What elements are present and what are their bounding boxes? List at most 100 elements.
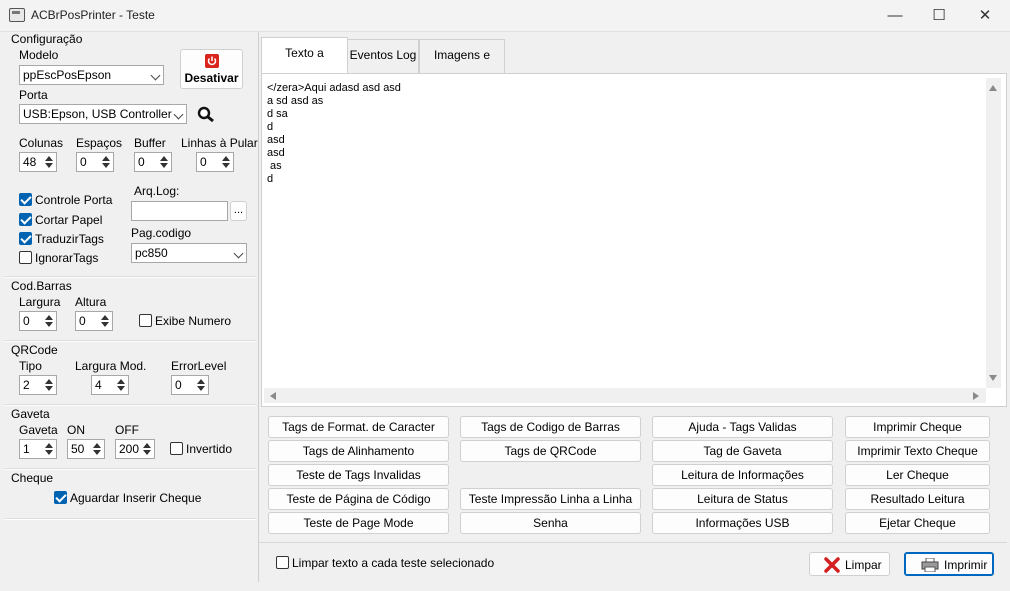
spin-up-icon[interactable] — [93, 443, 101, 448]
minimize-button[interactable]: — — [872, 0, 918, 31]
largura-spin[interactable]: 0 — [19, 311, 57, 331]
spin-up-icon[interactable] — [45, 156, 53, 161]
spin-up-icon[interactable] — [102, 156, 110, 161]
pagcodigo-select[interactable]: pc850 — [131, 243, 247, 263]
altura-spin[interactable]: 0 — [75, 311, 113, 331]
resultado-leitura-button[interactable]: Resultado Leitura — [845, 488, 990, 510]
off-spin[interactable]: 200 — [115, 439, 155, 459]
spin-up-icon[interactable] — [160, 156, 168, 161]
tipo-spin[interactable]: 2 — [19, 375, 57, 395]
tag-gaveta-button[interactable]: Tag de Gaveta — [652, 440, 833, 462]
spin-down-icon[interactable] — [45, 322, 53, 327]
cortar-papel-checkbox[interactable] — [19, 213, 32, 226]
arqlog-input[interactable] — [131, 201, 228, 221]
leitura-status-button[interactable]: Leitura de Status — [652, 488, 833, 510]
error-level-spin[interactable]: 0 — [171, 375, 209, 395]
teste-tags-invalidas-button[interactable]: Teste de Tags Invalidas — [268, 464, 449, 486]
gaveta-spin[interactable]: 1 — [19, 439, 57, 459]
spin-down-icon[interactable] — [101, 322, 109, 327]
teste-pagina-codigo-button[interactable]: Teste de Página de Código — [268, 488, 449, 510]
spin-up-icon[interactable] — [45, 379, 53, 384]
limpar-texto-checkbox[interactable] — [276, 556, 289, 569]
spin-down-icon[interactable] — [117, 386, 125, 391]
imprimir-texto-cheque-button[interactable]: Imprimir Texto Cheque — [845, 440, 990, 462]
spin-down-icon[interactable] — [160, 163, 168, 168]
error-level-value: 0 — [175, 378, 182, 392]
desativar-button[interactable]: Desativar — [180, 49, 243, 89]
vertical-scrollbar[interactable] — [986, 78, 1001, 388]
spin-up-icon[interactable] — [101, 315, 109, 320]
on-spin[interactable]: 50 — [67, 439, 105, 459]
altura-label: Altura — [75, 295, 107, 309]
pagcodigo-label: Pag.codigo — [131, 226, 192, 240]
spin-down-icon[interactable] — [102, 163, 110, 168]
teste-page-mode-button[interactable]: Teste de Page Mode — [268, 512, 449, 534]
spin-up-icon[interactable] — [45, 443, 53, 448]
scroll-up-icon[interactable] — [989, 85, 997, 91]
exibe-numero-checkbox[interactable] — [139, 314, 152, 327]
tab-imagens-logo[interactable]: Imagens e Logo — [419, 39, 505, 92]
spin-down-icon[interactable] — [45, 386, 53, 391]
largura-mod-spin[interactable]: 4 — [91, 375, 129, 395]
buffer-label: Buffer — [134, 136, 166, 150]
linhas-spin[interactable]: 0 — [196, 152, 234, 172]
teste-impressao-linha-button[interactable]: Teste Impressão Linha a Linha — [460, 488, 641, 510]
ejetar-cheque-button[interactable]: Ejetar Cheque — [845, 512, 990, 534]
chevron-down-icon — [233, 248, 244, 259]
tags-format-caracter-button[interactable]: Tags de Format. de Caracter — [268, 416, 449, 438]
spin-up-icon[interactable] — [222, 156, 230, 161]
spin-up-icon[interactable] — [117, 379, 125, 384]
modelo-select[interactable]: ppEscPosEpson — [19, 65, 164, 85]
arqlog-browse-button[interactable]: ... — [230, 201, 247, 221]
off-label: OFF — [115, 423, 139, 437]
linhas-value: 0 — [200, 155, 207, 169]
ignorar-tags-checkbox[interactable] — [19, 251, 32, 264]
senha-button[interactable]: Senha — [460, 512, 641, 534]
tab-texto-imprimir[interactable]: Texto a Imprimir — [261, 37, 348, 90]
spin-up-icon[interactable] — [143, 443, 151, 448]
scroll-down-icon[interactable] — [989, 375, 997, 381]
close-button[interactable]: ✕ — [962, 0, 1008, 31]
spin-up-icon[interactable] — [45, 315, 53, 320]
invertido-checkbox[interactable] — [170, 442, 183, 455]
tags-codigo-barras-button[interactable]: Tags de Codigo de Barras — [460, 416, 641, 438]
leitura-informacoes-button[interactable]: Leitura de Informações — [652, 464, 833, 486]
aguardar-cheque-checkbox[interactable] — [54, 491, 67, 504]
porta-value: USB:Epson, USB Controller — [23, 107, 172, 121]
search-port-icon[interactable] — [197, 106, 216, 123]
red-x-icon — [824, 557, 840, 573]
scroll-right-icon[interactable] — [973, 392, 979, 400]
tags-qrcode-button[interactable]: Tags de QRCode — [460, 440, 641, 462]
ler-cheque-button[interactable]: Ler Cheque — [845, 464, 990, 486]
porta-select[interactable]: USB:Epson, USB Controller — [19, 104, 187, 124]
divider — [5, 340, 256, 342]
colunas-spin[interactable]: 48 — [19, 152, 57, 172]
divider — [5, 276, 256, 278]
informacoes-usb-button[interactable]: Informações USB — [652, 512, 833, 534]
spin-down-icon[interactable] — [143, 450, 151, 455]
ajuda-tags-validas-button[interactable]: Ajuda - Tags Validas — [652, 416, 833, 438]
spin-down-icon[interactable] — [197, 386, 205, 391]
imprimir-button[interactable]: Imprimir — [904, 552, 994, 576]
horizontal-scrollbar[interactable] — [264, 388, 986, 403]
editor-line: d — [267, 121, 274, 133]
chevron-down-icon — [150, 70, 161, 81]
tags-alinhamento-button[interactable]: Tags de Alinhamento — [268, 440, 449, 462]
spin-down-icon[interactable] — [45, 163, 53, 168]
buffer-spin[interactable]: 0 — [134, 152, 172, 172]
modelo-value: ppEscPosEpson — [23, 68, 112, 82]
controle-porta-checkbox[interactable] — [19, 193, 32, 206]
spin-up-icon[interactable] — [197, 379, 205, 384]
limpar-button[interactable]: Limpar — [809, 552, 890, 576]
spin-down-icon[interactable] — [45, 450, 53, 455]
maximize-button[interactable]: ☐ — [916, 0, 962, 31]
text-editor[interactable]: </zera>Aqui adasd asd asd a sd asd as d … — [264, 78, 986, 388]
spin-down-icon[interactable] — [222, 163, 230, 168]
spin-down-icon[interactable] — [93, 450, 101, 455]
tipo-value: 2 — [23, 378, 30, 392]
traduzir-tags-checkbox[interactable] — [19, 232, 32, 245]
imprimir-cheque-button[interactable]: Imprimir Cheque — [845, 416, 990, 438]
tab-eventos-log[interactable]: Eventos Log — [347, 39, 419, 73]
scroll-left-icon[interactable] — [270, 392, 276, 400]
espacos-spin[interactable]: 0 — [76, 152, 114, 172]
